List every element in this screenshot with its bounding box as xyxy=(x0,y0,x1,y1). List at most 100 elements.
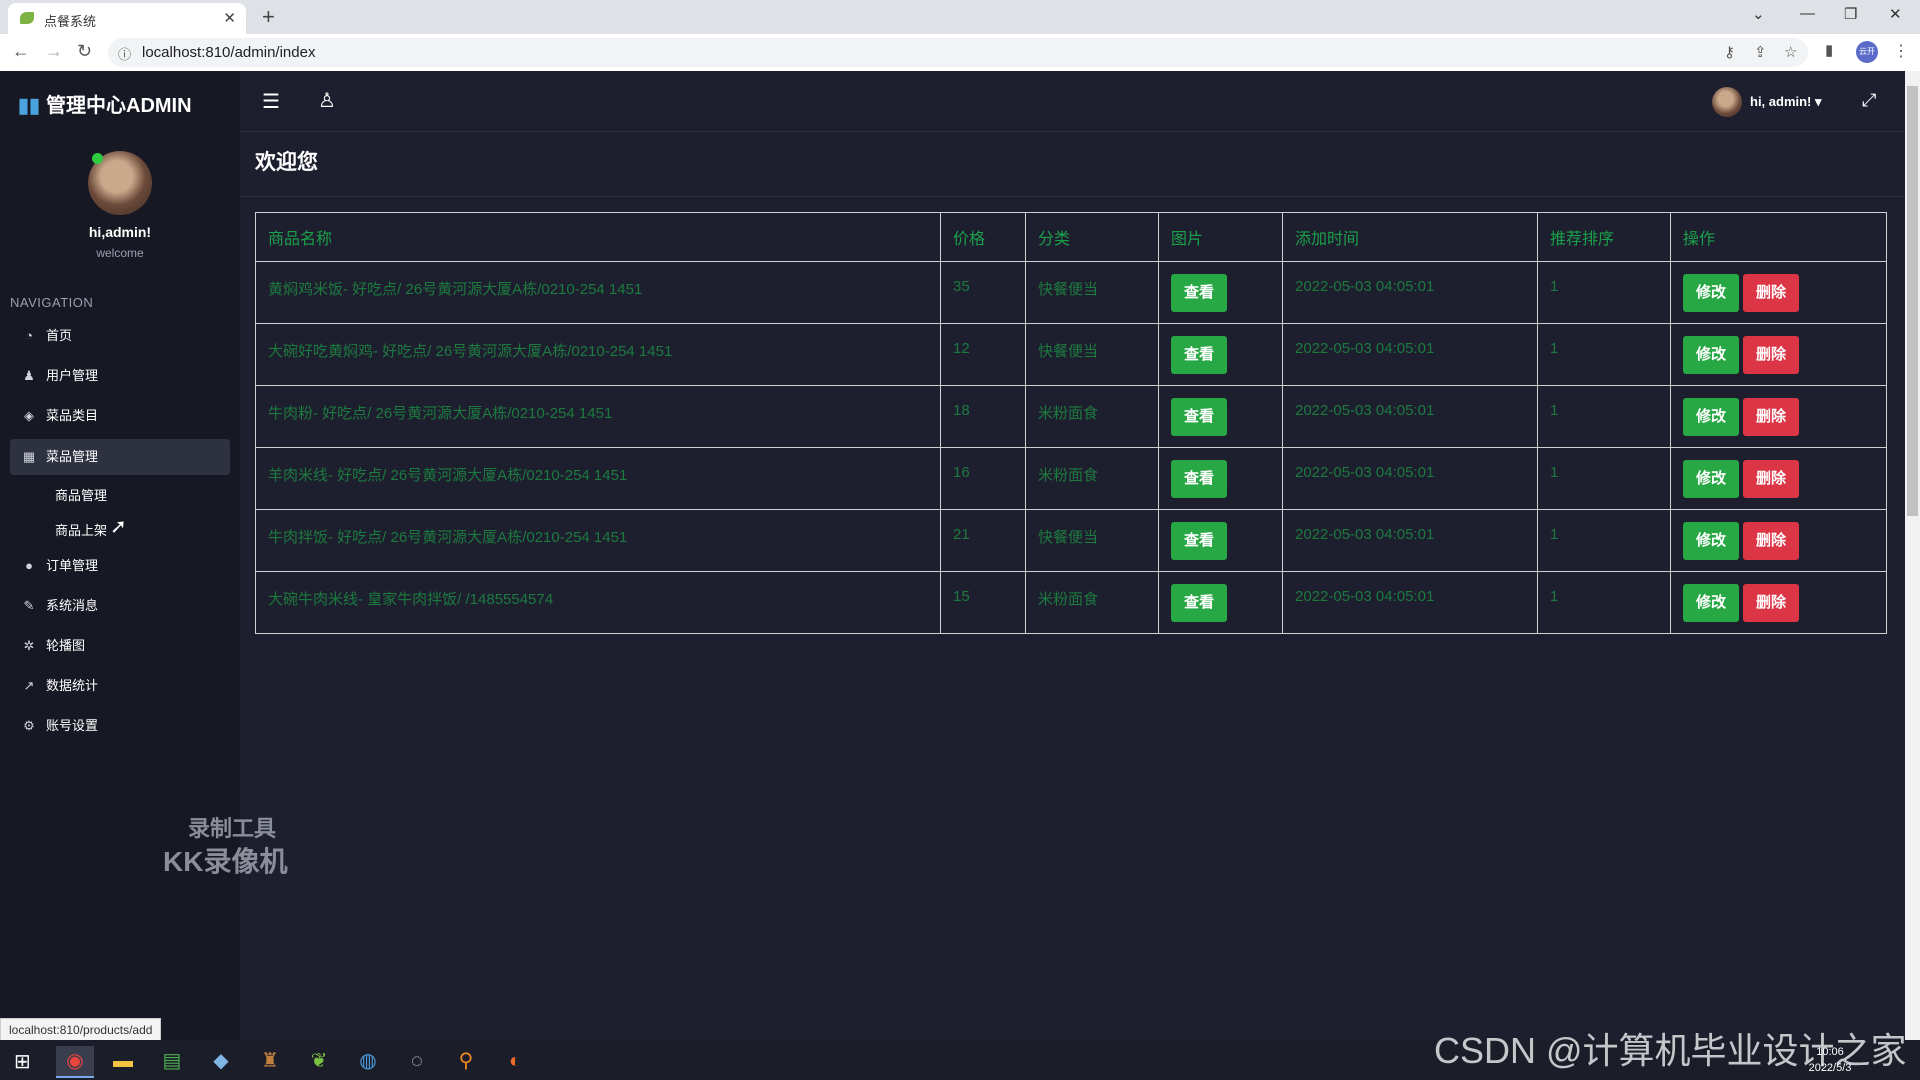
recorder-watermark-name: KK录像机 xyxy=(163,846,288,877)
info-icon[interactable]: ⓘ xyxy=(118,44,131,63)
sidebar-item-label: 账号设置 xyxy=(46,718,99,733)
sidebar-item-label: 系统消息 xyxy=(46,598,99,613)
product-time: 2022-05-03 04:05:01 xyxy=(1282,261,1538,324)
sidebar-subitem-product-management[interactable]: 商品管理 xyxy=(55,485,107,504)
delete-button[interactable]: 删除 xyxy=(1743,522,1800,560)
column-header: 分类 xyxy=(1025,212,1159,262)
leaf-app-icon[interactable]: ❦ xyxy=(300,1046,338,1076)
sidebar-item-label: 轮播图 xyxy=(46,638,86,653)
column-header: 商品名称 xyxy=(255,212,941,262)
close-tab-icon[interactable]: ✕ xyxy=(223,9,236,27)
view-image-button[interactable]: 查看 xyxy=(1171,584,1228,622)
product-price: 15 xyxy=(940,571,1026,634)
windows-start-icon[interactable]: ⊞ xyxy=(14,1049,31,1074)
brand-logo[interactable]: ▮▮ 管理中心ADMIN xyxy=(18,89,192,118)
edit-button[interactable]: 修改 xyxy=(1683,274,1740,312)
scrollbar-thumb[interactable] xyxy=(1907,86,1918,516)
product-sort: 1 xyxy=(1537,447,1671,510)
search-app-icon[interactable]: ⚲ xyxy=(447,1046,485,1076)
browser-tab[interactable]: 点餐系统 ✕ xyxy=(8,3,246,34)
sidebar-subitem-product-listing[interactable]: 商品上架 xyxy=(55,520,107,539)
sidebar-item-settings[interactable]: ⚙ 账号设置 xyxy=(10,708,230,744)
chat-app-icon[interactable]: ◌ xyxy=(398,1046,436,1076)
close-window-icon[interactable]: ✕ xyxy=(1889,5,1902,23)
reload-icon[interactable]: ↻ xyxy=(77,41,92,62)
product-sort: 1 xyxy=(1537,385,1671,448)
sidebar-item-statistics[interactable]: ↗ 数据统计 xyxy=(10,668,230,704)
view-image-button[interactable]: 查看 xyxy=(1171,522,1228,560)
view-image-button[interactable]: 查看 xyxy=(1171,274,1228,312)
product-name: 大碗好吃黄焖鸡- 好吃点/ 26号黄河源大厦A栋/0210-254 1451 xyxy=(255,323,941,386)
url-text[interactable]: localhost:810/admin/index xyxy=(142,44,315,61)
browser-tabstrip: 点餐系统 ✕ + ⌄ — ❐ ✕ xyxy=(0,0,1920,34)
delete-button[interactable]: 删除 xyxy=(1743,460,1800,498)
image-cell: 查看 xyxy=(1158,509,1283,572)
forward-icon[interactable]: → xyxy=(45,41,63,62)
sidebar-item-carousel[interactable]: ✲ 轮播图 xyxy=(10,628,230,664)
edit-button[interactable]: 修改 xyxy=(1683,398,1740,436)
sidebar-item-label: 首页 xyxy=(46,328,73,343)
cube-icon: ◈ xyxy=(24,408,34,423)
edit-button[interactable]: 修改 xyxy=(1683,522,1740,560)
edit-button[interactable]: 修改 xyxy=(1683,460,1740,498)
side-panel-icon[interactable]: ▮ xyxy=(1825,41,1833,59)
globe-app-icon[interactable]: ◍ xyxy=(349,1046,387,1076)
file-explorer-icon[interactable]: ▬ xyxy=(104,1046,142,1076)
product-name: 牛肉粉- 好吃点/ 26号黄河源大厦A栋/0210-254 1451 xyxy=(255,385,941,448)
table-row: 羊肉米线- 好吃点/ 26号黄河源大厦A栋/0210-254 1451 16 米… xyxy=(255,447,1887,510)
omnibox[interactable]: ⓘ localhost:810/admin/index ⚷ ⇪ ☆ xyxy=(108,38,1808,67)
delete-button[interactable]: 删除 xyxy=(1743,274,1800,312)
product-sort: 1 xyxy=(1537,323,1671,386)
image-cell: 查看 xyxy=(1158,261,1283,324)
key-icon[interactable]: ⚷ xyxy=(1724,43,1735,61)
edit-button[interactable]: 修改 xyxy=(1683,584,1740,622)
header-avatar[interactable] xyxy=(1712,87,1742,117)
editor-app-icon[interactable]: ◆ xyxy=(202,1046,240,1076)
sidebar-item-dishes[interactable]: ▦ 菜品管理 xyxy=(10,439,230,475)
share-icon[interactable]: ⇪ xyxy=(1754,43,1767,61)
table-row: 大碗牛肉米线- 皇家牛肉拌饭/ /1485554574 15 米粉面食 查看 2… xyxy=(255,571,1887,634)
sidebar-item-home[interactable]: ◔ 首页 xyxy=(10,318,230,354)
more-menu-icon[interactable]: ⋮ xyxy=(1893,41,1909,61)
new-tab-icon[interactable]: + xyxy=(262,4,275,30)
restore-icon[interactable]: ❐ xyxy=(1844,5,1857,23)
game-app-icon[interactable]: ♜ xyxy=(251,1046,289,1076)
view-image-button[interactable]: 查看 xyxy=(1171,398,1228,436)
product-category: 米粉面食 xyxy=(1025,571,1159,634)
minimize-icon[interactable]: — xyxy=(1800,5,1815,22)
actions-cell: 修改 删除 xyxy=(1670,447,1887,510)
online-status-dot xyxy=(92,153,103,164)
product-price: 18 xyxy=(940,385,1026,448)
profile-avatar[interactable]: 云开 xyxy=(1856,41,1878,63)
delete-button[interactable]: 删除 xyxy=(1743,584,1800,622)
recorder-app-icon[interactable]: ◐ xyxy=(496,1046,534,1076)
sidebar-item-categories[interactable]: ◈ 菜品类目 xyxy=(10,398,230,434)
delete-button[interactable]: 删除 xyxy=(1743,398,1800,436)
product-sort: 1 xyxy=(1537,571,1671,634)
sidebar: ▮▮ 管理中心ADMIN hi,admin! welcome NAVIGATION… xyxy=(0,71,240,1040)
view-image-button[interactable]: 查看 xyxy=(1171,460,1228,498)
chevron-down-icon[interactable]: ⌄ xyxy=(1752,5,1765,23)
product-category: 快餐便当 xyxy=(1025,261,1159,324)
nav-heading: NAVIGATION xyxy=(10,295,94,310)
sidebar-item-messages[interactable]: ✎ 系统消息 xyxy=(10,588,230,624)
product-time: 2022-05-03 04:05:01 xyxy=(1282,385,1538,448)
chart-icon: ↗ xyxy=(23,678,35,693)
delete-button[interactable]: 删除 xyxy=(1743,336,1800,374)
view-image-button[interactable]: 查看 xyxy=(1171,336,1228,374)
product-table: 商品名称 价格 分类 图片 添加时间 推荐排序 操作 黄焖鸡米饭- 好吃点/ 2… xyxy=(255,212,1887,634)
header-user-dropdown[interactable]: hi, admin! ▾ xyxy=(1750,94,1822,110)
fullscreen-icon[interactable]: ⤢ xyxy=(1862,90,1876,111)
notepad-app-icon[interactable]: ▤ xyxy=(153,1046,191,1076)
edit-button[interactable]: 修改 xyxy=(1683,336,1740,374)
user-outline-icon[interactable]: ♙ xyxy=(318,88,336,113)
product-category: 米粉面食 xyxy=(1025,385,1159,448)
hamburger-menu-icon[interactable]: ☰ xyxy=(262,89,280,114)
chrome-app-icon[interactable]: ◉ xyxy=(56,1046,94,1078)
product-sort: 1 xyxy=(1537,261,1671,324)
back-icon[interactable]: ← xyxy=(12,41,30,62)
bookmark-star-icon[interactable]: ☆ xyxy=(1784,43,1797,61)
sidebar-item-orders[interactable]: ● 订单管理 xyxy=(10,548,230,584)
sidebar-item-label: 菜品管理 xyxy=(46,449,99,464)
sidebar-item-users[interactable]: ♟ 用户管理 xyxy=(10,358,230,394)
